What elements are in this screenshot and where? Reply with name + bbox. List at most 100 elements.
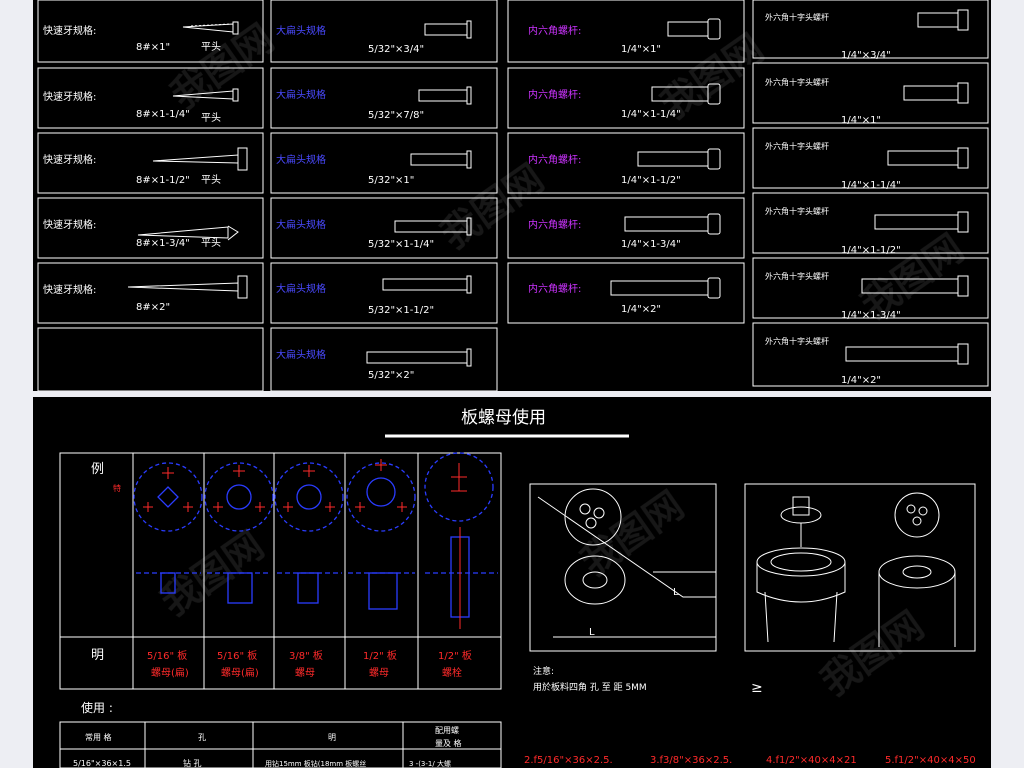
col1-head-4: 平头 — [201, 237, 221, 249]
truss-screw-5 — [382, 275, 472, 294]
hex-cross-bolt-3 — [887, 147, 969, 169]
truss-screw-6 — [366, 348, 472, 367]
col1-label-4: 快速牙规格: — [43, 218, 96, 231]
plate-nut-section-view-5 — [425, 527, 498, 629]
col2-spec-3: 5/32"×1" — [368, 175, 414, 186]
col4-spec-4: 1/4"×1-1/2" — [841, 245, 901, 256]
col1-head-2: 平头 — [201, 112, 221, 124]
svg-text:我图网: 我图网 — [813, 603, 932, 704]
col1-label-2: 快速牙规格: — [43, 90, 96, 103]
col3-label-5: 内六角螺杆: — [528, 282, 581, 295]
col4-spec-3: 1/4"×1-1/4" — [841, 180, 901, 191]
col2-label-6: 大扁头规格 — [276, 348, 326, 361]
screw-spec-sheet: 我图网 我图网 我图网 我图网 快速牙规格: 8#×1" 平头 快速牙规格: 8… — [33, 0, 991, 391]
svg-text:我图网: 我图网 — [433, 156, 552, 257]
col3-spec-5: 1/4"×2" — [621, 304, 661, 315]
notes-text: 用於板料四角 孔 至 距 5MM — [533, 681, 647, 693]
col1-head-3: 平头 — [201, 174, 221, 186]
nut-install-illustration-2 — [744, 483, 976, 652]
col2-label-5: 大扁头规格 — [276, 282, 326, 295]
col3-spec-3: 1/4"×1-1/2" — [621, 175, 681, 186]
col3-spec-2: 1/4"×1-1/4" — [621, 109, 681, 120]
col1-spec-3: 8#×1-1/2" — [136, 175, 190, 186]
col2-label-1: 大扁头规格 — [276, 24, 326, 37]
example-grid — [59, 452, 502, 690]
usage-cell-screw: 3 -(3-1/ 大螺 — [409, 759, 451, 768]
nut-label-5-line1: 1/2" 板 — [438, 649, 472, 662]
example-mark: 特 — [113, 483, 121, 493]
usage-header-note: 明 — [328, 733, 336, 742]
hex-cross-bolt-2 — [903, 82, 969, 104]
nut-label-1-line2: 螺母(扁) — [151, 666, 189, 679]
col2-grid — [270, 0, 498, 391]
plate-nut-usage-sheet: 我图网 我图网 我图网 板螺母使用 例 特 明 5/16" 板 螺母(扁) 5/… — [33, 397, 991, 768]
col1-label-1: 快速牙规格: — [43, 24, 96, 37]
col3-label-2: 内六角螺杆: — [528, 88, 581, 101]
plate-nut-top-view-5 — [424, 452, 494, 522]
illustration-letter-l1: L — [673, 587, 679, 598]
wood-screw-5 — [127, 275, 248, 299]
col2-spec-6: 5/32"×2" — [368, 370, 414, 381]
plate-nut-top-view-2 — [204, 462, 274, 532]
size-spec-4: 5.f1/2"×40×4×50 — [885, 755, 976, 766]
col2-label-4: 大扁头规格 — [276, 218, 326, 231]
nut-label-5-line2: 螺栓 — [442, 666, 462, 679]
nut-label-2-line1: 5/16" 板 — [217, 649, 257, 662]
size-spec-1: 2.f5/16"×36×2.5. — [524, 755, 613, 766]
usage-cell-spec: 5/16"×36×1.5 — [73, 759, 131, 768]
nut-label-4-line2: 螺母 — [369, 667, 389, 679]
col3-label-1: 内六角螺杆: — [528, 24, 581, 37]
plate-nut-section-view-3 — [277, 572, 342, 604]
truss-screw-2 — [418, 86, 472, 105]
usage-header-qty: 量及 格 — [435, 738, 462, 748]
col2-spec-1: 5/32"×3/4" — [368, 44, 424, 55]
size-spec-2: 3.f3/8"×36×2.5. — [650, 755, 732, 766]
col4-spec-1: 1/4"×3/4" — [841, 50, 891, 61]
hex-cross-bolt-1 — [917, 9, 969, 31]
col2-label-3: 大扁头规格 — [276, 153, 326, 166]
col4-label-5: 外六角十字头螺杆 — [765, 271, 829, 281]
col1-spec-5: 8#×2" — [136, 302, 170, 313]
hex-socket-bolt-3 — [637, 148, 721, 170]
col1-spec-2: 8#×1-1/4" — [136, 109, 190, 120]
example-row-label: 例 — [91, 462, 104, 477]
plate-nut-drawing: 我图网 我图网 我图网 板螺母使用 例 特 明 5/16" 板 螺母(扁) 5/… — [59, 407, 976, 768]
plate-nut-top-view-1 — [133, 462, 203, 532]
col2-spec-4: 5/32"×1-1/4" — [368, 239, 434, 250]
col1-head-1: 平头 — [201, 41, 221, 53]
section-title: 板螺母使用 — [461, 407, 546, 428]
usage-header-hole: 孔 — [198, 733, 206, 742]
truss-screw-3 — [410, 150, 472, 169]
usage-label: 使用 : — [81, 700, 113, 715]
col3-spec-4: 1/4"×1-3/4" — [621, 239, 681, 250]
wood-screw-3 — [152, 147, 248, 171]
greater-equal-symbol: ≥ — [751, 680, 763, 696]
screw-spec-drawing: 我图网 我图网 我图网 我图网 快速牙规格: 8#×1" 平头 快速牙规格: 8… — [37, 0, 989, 391]
col1-spec-1: 8#×1" — [136, 42, 170, 53]
col3-label-3: 内六角螺杆: — [528, 153, 581, 166]
hex-socket-bolt-4 — [624, 213, 721, 235]
nut-label-2-line2: 螺母(扁) — [221, 666, 259, 679]
col2-spec-2: 5/32"×7/8" — [368, 110, 424, 121]
usage-header-spec: 常用 格 — [85, 732, 112, 742]
notes-title: 注意: — [533, 665, 554, 677]
hex-cross-bolt-4 — [874, 211, 969, 233]
col2-label-2: 大扁头规格 — [276, 88, 326, 101]
hex-socket-bolt-5 — [610, 277, 721, 299]
plate-nut-top-view-4 — [346, 459, 416, 532]
col3-spec-1: 1/4"×1" — [621, 44, 661, 55]
nut-label-1-line1: 5/16" 板 — [147, 649, 187, 662]
usage-header-screw: 配用螺 — [435, 725, 459, 735]
col4-label-6: 外六角十字头螺杆 — [765, 336, 829, 346]
col4-spec-2: 1/4"×1" — [841, 115, 881, 126]
col4-spec-6: 1/4"×2" — [841, 375, 881, 386]
plate-nut-section-view-4 — [348, 572, 415, 610]
nut-install-illustration-1: L L — [529, 483, 717, 652]
hex-cross-bolt-6 — [845, 343, 969, 365]
wood-screw-1 — [182, 21, 239, 35]
truss-screw-1 — [424, 20, 472, 39]
usage-cell-note: 用钻15mm 板钻(18mm 板螺丝 — [265, 759, 366, 768]
col4-label-2: 外六角十字头螺杆 — [765, 77, 829, 87]
usage-cell-hole: 钻 孔 — [183, 758, 202, 768]
svg-text:我图网: 我图网 — [153, 523, 272, 624]
